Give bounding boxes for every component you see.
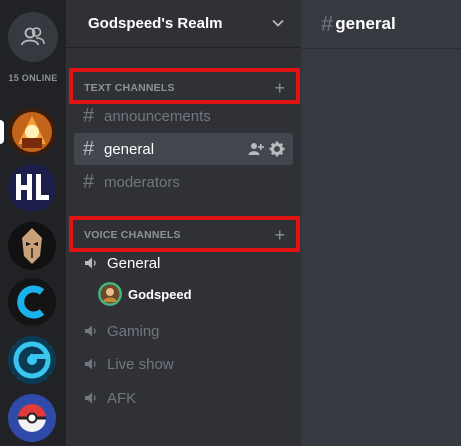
gear-icon[interactable] xyxy=(269,141,285,157)
speaker-icon xyxy=(85,358,96,370)
channel-announcements[interactable]: # announcements xyxy=(74,100,293,132)
server-mask[interactable] xyxy=(8,222,56,270)
avatar xyxy=(98,282,122,306)
server-hl[interactable] xyxy=(8,164,56,212)
invite-user-icon[interactable] xyxy=(248,141,264,157)
pokeball-server-icon xyxy=(8,394,56,442)
hash-icon: # xyxy=(83,137,95,160)
channel-header: # general xyxy=(301,0,461,48)
channel-label: Live show xyxy=(107,355,174,373)
guild-header[interactable]: Godspeed's Realm xyxy=(66,0,301,48)
chevron-down-icon xyxy=(272,19,284,27)
hash-icon: # xyxy=(321,11,334,36)
hash-icon: # xyxy=(83,104,95,127)
server-overwatch[interactable] xyxy=(8,108,56,156)
server-rail: 15 ONLINE xyxy=(0,0,66,446)
voice-channel-live-show[interactable]: Live show xyxy=(74,350,293,378)
hash-icon: # xyxy=(83,170,95,193)
channel-label: AFK xyxy=(107,389,137,407)
selected-server-pill xyxy=(0,120,4,144)
c-logo-server-icon xyxy=(8,278,56,326)
voice-user[interactable]: Godspeed xyxy=(98,282,192,306)
overwatch-hero-server-icon xyxy=(8,108,56,156)
hl-logo-server-icon xyxy=(8,164,56,212)
main-panel: # general xyxy=(301,0,461,446)
highlight-box-voice xyxy=(69,216,300,252)
mask-server-icon xyxy=(8,222,56,270)
channel-label: moderators xyxy=(104,173,180,191)
friends-icon xyxy=(21,27,45,46)
target-logo-server-icon xyxy=(8,336,56,384)
channel-label: general xyxy=(104,140,155,158)
highlight-box-text xyxy=(69,68,300,104)
user-avatar-icon xyxy=(98,282,122,306)
channel-sidebar: Godspeed's Realm TEXT CHANNELS + # annou… xyxy=(66,0,301,446)
server-c[interactable] xyxy=(8,278,56,326)
server-target[interactable] xyxy=(8,336,56,384)
channel-title: general xyxy=(335,14,396,33)
voice-channel-gaming[interactable]: Gaming xyxy=(74,317,293,345)
friends-home-button[interactable] xyxy=(8,12,58,62)
channel-label: announcements xyxy=(104,107,211,125)
voice-channel-afk[interactable]: AFK xyxy=(74,384,293,412)
channel-label: General xyxy=(107,254,161,272)
speaker-icon xyxy=(85,325,96,337)
voice-channel-general[interactable]: General xyxy=(74,249,293,277)
channel-moderators[interactable]: # moderators xyxy=(74,166,293,198)
voice-user-name: Godspeed xyxy=(128,286,192,302)
channel-label: Gaming xyxy=(107,322,160,340)
speaker-icon xyxy=(85,392,96,404)
guild-name: Godspeed's Realm xyxy=(88,15,223,32)
online-count: 15 ONLINE xyxy=(8,73,58,83)
speaker-icon xyxy=(85,257,96,269)
channel-general[interactable]: # general xyxy=(74,133,293,165)
server-pokeball[interactable] xyxy=(8,394,56,442)
